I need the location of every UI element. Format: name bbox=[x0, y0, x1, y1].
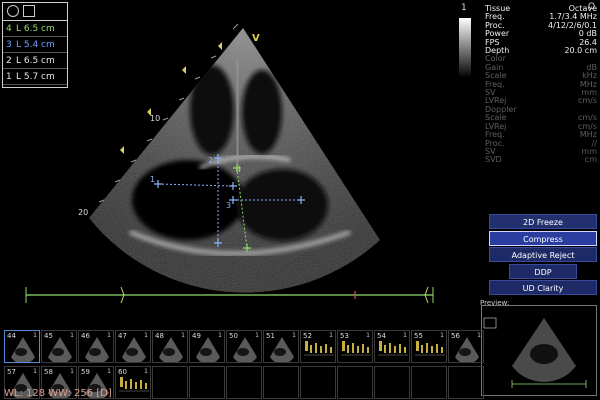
param-row: SVD cm bbox=[485, 155, 597, 165]
thumbnail-index: 1 bbox=[255, 332, 259, 339]
thumbnail[interactable]: 56 1 bbox=[448, 330, 484, 363]
ud-clarity-button[interactable]: UD Clarity bbox=[489, 280, 597, 295]
measurement-row: 1L 5.7 cm bbox=[3, 69, 67, 85]
compress-button[interactable]: Compress bbox=[489, 230, 597, 246]
thumbnail-number: 59 bbox=[81, 368, 90, 376]
preview-pane[interactable] bbox=[481, 305, 597, 396]
thumbnail-number: 60 bbox=[118, 368, 127, 376]
thumbnail-number: 49 bbox=[192, 332, 201, 340]
thumbnail-index: 1 bbox=[107, 368, 111, 375]
thumbnail-index: 1 bbox=[107, 332, 111, 339]
thumbnail[interactable]: 48 1 bbox=[152, 330, 188, 363]
thumbnail-number: 45 bbox=[44, 332, 53, 340]
thumbnail-index: 1 bbox=[329, 332, 333, 339]
thumbnail-number: 46 bbox=[81, 332, 90, 340]
param-row: Freq. MHz bbox=[485, 80, 597, 89]
right-atrium bbox=[236, 169, 328, 241]
measurement-header bbox=[3, 3, 67, 21]
thumbnail-index: 1 bbox=[144, 332, 148, 339]
thumbnail[interactable]: 53 1 bbox=[337, 330, 373, 363]
caliper-label-1: 1 bbox=[150, 175, 155, 184]
empty-thumbnail-slot bbox=[300, 366, 336, 399]
thumbnail[interactable]: 55 1 bbox=[411, 330, 447, 363]
thumbnail-number: 48 bbox=[155, 332, 164, 340]
thumbnail-number: 56 bbox=[451, 332, 460, 340]
thumbnail-number: 50 bbox=[229, 332, 238, 340]
thumbnail-number: 51 bbox=[266, 332, 275, 340]
calc-icon[interactable] bbox=[7, 5, 19, 17]
thumbnail-index: 1 bbox=[70, 332, 74, 339]
param-row: SV mm bbox=[485, 147, 597, 156]
thumbnail-index: 1 bbox=[181, 332, 185, 339]
thumbnail[interactable]: 47 1 bbox=[115, 330, 151, 363]
ultrasound-image[interactable]: 10 20 V 1 2 3 4 bbox=[0, 0, 470, 300]
measurement-row: 3L 5.4 cm bbox=[3, 37, 67, 53]
thumbnail-index: 1 bbox=[440, 332, 444, 339]
param-value: 20.0 cm bbox=[564, 46, 597, 56]
right-ventricle bbox=[242, 70, 282, 154]
thumbnail-number: 54 bbox=[377, 332, 386, 340]
thumbnail-index: 1 bbox=[33, 368, 37, 375]
thumbnail-number: 58 bbox=[44, 368, 53, 376]
thumbnail-index: 1 bbox=[218, 332, 222, 339]
thumbnail-index: 1 bbox=[70, 368, 74, 375]
thumbnail-index: 1 bbox=[477, 332, 481, 339]
thumbnail[interactable]: 51 1 bbox=[263, 330, 299, 363]
empty-thumbnail-slot bbox=[263, 366, 299, 399]
left-atrium bbox=[132, 160, 244, 240]
caliper-label-3: 3 bbox=[226, 201, 231, 210]
thumbnail-index: 1 bbox=[366, 332, 370, 339]
thumbnail[interactable]: 60 1 bbox=[115, 366, 151, 399]
thumbnail-number: 53 bbox=[340, 332, 349, 340]
imaging-parameters: Tissue Octave Freq. 1.7/3.4 MHz Proc. 4/12/2/… bbox=[485, 4, 597, 165]
report-icon[interactable] bbox=[23, 5, 35, 17]
thumbnail-number: 47 bbox=[118, 332, 127, 340]
measurement-row: 4L 6.5 cm bbox=[3, 21, 67, 37]
thumbnail-index: 1 bbox=[292, 332, 296, 339]
measurement-row: 2L 6.5 cm bbox=[3, 53, 67, 69]
thumbnail-number: 55 bbox=[414, 332, 423, 340]
thumbnail-index: 1 bbox=[33, 332, 37, 339]
adaptive-reject-button[interactable]: Adaptive Reject bbox=[489, 247, 597, 262]
thumbnail-index: 1 bbox=[144, 368, 148, 375]
freeze-menu: 2D Freeze Compress Adaptive Reject DDP U… bbox=[489, 214, 597, 297]
depth-label-20: 20 bbox=[78, 208, 88, 217]
empty-thumbnail-slot bbox=[189, 366, 225, 399]
thumbnail-number: 52 bbox=[303, 332, 312, 340]
empty-thumbnail-slot bbox=[152, 366, 188, 399]
empty-thumbnail-slot bbox=[448, 366, 484, 399]
grayscale-bar bbox=[459, 18, 471, 78]
empty-thumbnail-slot bbox=[226, 366, 262, 399]
depth-label-10: 10 bbox=[150, 114, 160, 123]
thumbnail[interactable]: 52 1 bbox=[300, 330, 336, 363]
thumbnail[interactable]: 45 1 bbox=[41, 330, 77, 363]
ddp-button[interactable]: DDP bbox=[509, 263, 577, 279]
orientation-marker: V bbox=[252, 33, 260, 44]
measurement-results: 4L 6.5 cm 3L 5.4 cm 2L 6.5 cm 1L 5.7 cm bbox=[2, 2, 68, 88]
grayscale-top-label: 1 bbox=[461, 3, 467, 13]
caliper-label-2: 2 bbox=[208, 156, 213, 165]
thumbnail[interactable]: 50 1 bbox=[226, 330, 262, 363]
window-level-readout: WL: 128 WW: 256 [D] bbox=[4, 388, 112, 399]
empty-thumbnail-slot bbox=[374, 366, 410, 399]
caliper-label-4: 4 bbox=[236, 165, 241, 174]
thumbnail-number: 57 bbox=[7, 368, 16, 376]
cine-timeline[interactable] bbox=[0, 283, 470, 307]
thumbnail[interactable]: 46 1 bbox=[78, 330, 114, 363]
thumbnail[interactable]: 54 1 bbox=[374, 330, 410, 363]
thumbnail[interactable]: 49 1 bbox=[189, 330, 225, 363]
param-row: Proc.// bbox=[485, 139, 597, 148]
param-value: cm/s bbox=[577, 96, 597, 106]
menu-title-2d-freeze[interactable]: 2D Freeze bbox=[489, 214, 597, 229]
thumbnail[interactable]: 44 1 bbox=[4, 330, 40, 363]
thumbnail-index: 1 bbox=[403, 332, 407, 339]
param-value: cm bbox=[584, 155, 597, 165]
empty-thumbnail-slot bbox=[337, 366, 373, 399]
thumbnail-number: 44 bbox=[7, 332, 16, 340]
empty-thumbnail-slot bbox=[411, 366, 447, 399]
param-label: SVD bbox=[485, 155, 502, 165]
